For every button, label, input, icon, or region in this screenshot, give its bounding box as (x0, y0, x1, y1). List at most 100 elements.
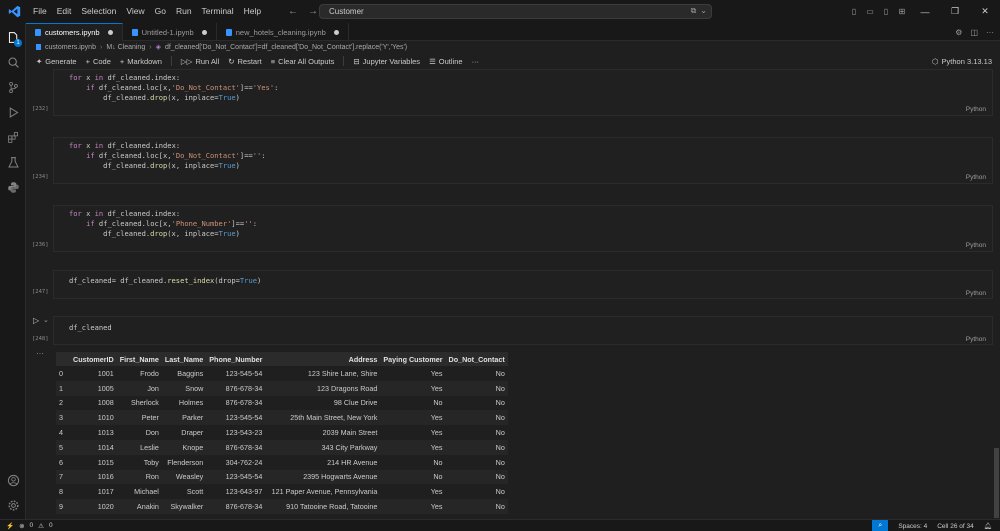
layout-panel-icon[interactable]: ▭ (862, 0, 878, 23)
outline-button[interactable]: ☰ Outline (429, 57, 463, 66)
code-cell[interactable]: for x in df_cleaned.index: if df_cleaned… (53, 69, 993, 116)
menu-terminal[interactable]: Terminal (197, 0, 239, 23)
extensions-icon[interactable] (0, 126, 26, 148)
restore-button[interactable]: ❐ (940, 0, 970, 23)
cell-language[interactable]: Python (966, 106, 986, 113)
split-editor-icon[interactable]: ◫ (970, 28, 978, 37)
table-cell: Draper (181, 428, 204, 438)
cell-language[interactable]: Python (966, 174, 986, 181)
menu-selection[interactable]: Selection (76, 0, 121, 23)
scrollbar-thumb[interactable] (994, 448, 999, 518)
copilot-icon[interactable]: ⧉ (691, 6, 697, 16)
back-arrow-icon[interactable]: ← (288, 6, 298, 17)
table-cell: Leslie (116, 439, 162, 455)
error-count[interactable]: 0 (30, 522, 34, 529)
title-bar: File Edit Selection View Go Run Terminal… (0, 0, 1000, 23)
tab-customers[interactable]: customers.ipynb (26, 23, 123, 41)
output-menu-icon[interactable]: ··· (36, 349, 44, 358)
layout-sidebar-left-icon[interactable]: ▯ (846, 0, 862, 23)
table-cell: No (445, 439, 508, 455)
add-markdown-button[interactable]: + Markdown (120, 57, 162, 66)
run-all-button[interactable]: ▷▷ Run All (181, 57, 219, 66)
cell-source[interactable]: df_cleaned= df_cleaned.reset_index(drop=… (54, 271, 992, 286)
menu-help[interactable]: Help (239, 0, 266, 23)
code-cell[interactable]: df_cleaned= df_cleaned.reset_index(drop=… (53, 270, 993, 299)
command-center-search[interactable]: Customer ⧉ ⌄ (319, 4, 712, 19)
cell-position-status[interactable]: Cell 26 of 34 (937, 523, 974, 530)
run-debug-icon[interactable] (0, 101, 26, 123)
table-cell: No (445, 499, 508, 514)
code-cell[interactable]: for x in df_cleaned.index: if df_cleaned… (53, 137, 993, 184)
table-cell: No (445, 380, 508, 396)
code-cell[interactable]: df_cleaned Python (53, 316, 993, 345)
table-cell: Frodo (140, 368, 159, 378)
clear-all-icon: ≡ (270, 56, 276, 66)
source-control-icon[interactable] (0, 76, 26, 98)
minimize-button[interactable]: — (910, 0, 940, 23)
menu-edit[interactable]: Edit (52, 0, 77, 23)
outline-label: Outline (438, 56, 463, 66)
search-icon[interactable] (0, 51, 26, 73)
breadcrumb-cell[interactable]: df_cleaned['Do_Not_Contact']=df_cleaned[… (165, 44, 407, 51)
table-cell: Knope (161, 439, 207, 455)
chevron-down-icon[interactable]: ⌄ (43, 316, 49, 324)
more-toolbar-button[interactable]: ··· (472, 57, 480, 66)
python-icon[interactable] (0, 176, 26, 198)
warning-icon[interactable]: ⚠ (38, 522, 44, 530)
table-cell: Michael (134, 487, 159, 497)
breadcrumb-section[interactable]: M↓ Cleaning (106, 44, 145, 51)
unsaved-dot-icon[interactable] (107, 30, 113, 35)
tab-new-hotels[interactable]: new_hotels_cleaning.ipynb (217, 23, 349, 41)
cell-language[interactable]: Python (966, 242, 986, 249)
add-code-button[interactable]: + Code (86, 57, 111, 66)
menu-run[interactable]: Run (171, 0, 197, 23)
breadcrumb-file[interactable]: customers.ipynb (45, 44, 96, 51)
settings-gear-icon[interactable] (0, 494, 26, 516)
explorer-icon[interactable]: 1 (0, 26, 26, 48)
warning-count[interactable]: 0 (49, 522, 53, 529)
zoom-search-icon[interactable]: ⌕ (872, 520, 889, 531)
cell-source[interactable]: df_cleaned (54, 317, 992, 333)
code-cell[interactable]: for x in df_cleaned.index: if df_cleaned… (53, 205, 993, 252)
testing-flask-icon[interactable] (0, 151, 26, 173)
variables-button[interactable]: ⊟ Jupyter Variables (353, 57, 420, 66)
table-cell: No (495, 368, 505, 378)
chevron-down-icon[interactable]: ⌄ (700, 6, 707, 16)
error-icon[interactable]: ⊗ (19, 522, 24, 530)
indentation-status[interactable]: Spaces: 4 (898, 523, 927, 530)
kernel-picker[interactable]: ⬡ Python 3.13.13 (932, 54, 992, 68)
table-cell: Yes (430, 428, 443, 438)
plus-icon: + (119, 56, 125, 66)
unsaved-dot-icon[interactable] (333, 29, 339, 35)
restart-button[interactable]: ↻ Restart (228, 57, 261, 66)
remote-icon[interactable]: ⚡ (6, 522, 14, 530)
table-cell: Holmes (178, 398, 204, 408)
vertical-scrollbar[interactable] (993, 78, 1000, 518)
tab-untitled[interactable]: Untitled-1.ipynb (123, 23, 217, 41)
cell-language[interactable]: Python (966, 336, 986, 343)
account-icon[interactable] (0, 469, 26, 491)
layout-sidebar-right-icon[interactable]: ▯ (878, 0, 894, 23)
column-header (56, 352, 70, 366)
unsaved-dot-icon[interactable] (201, 29, 207, 35)
notifications-bell-icon[interactable]: 🔔︎ (984, 522, 992, 530)
run-cell-icon[interactable]: ▷ (33, 316, 39, 325)
menu-view[interactable]: View (121, 0, 149, 23)
table-cell: 123 Shire Lane, Shire (307, 368, 378, 378)
cell-language[interactable]: Python (966, 290, 986, 297)
table-header-row: CustomerID First_Name Last_Name Phone_Nu… (56, 352, 508, 366)
table-row: 7 1016 Ron Weasley 123-545-54 2395 Hogwarts A… (56, 469, 508, 485)
menu-file[interactable]: File (28, 0, 52, 23)
forward-arrow-icon[interactable]: → (308, 6, 318, 17)
cell-source[interactable]: for x in df_cleaned.index: if df_cleaned… (54, 138, 992, 172)
cell-source[interactable]: for x in df_cleaned.index: if df_cleaned… (54, 206, 992, 240)
generate-button[interactable]: ✦ Generate (36, 57, 77, 66)
close-button[interactable]: ✕ (970, 0, 1000, 23)
menu-go[interactable]: Go (150, 0, 171, 23)
cell-source[interactable]: for x in df_cleaned.index: if df_cleaned… (54, 70, 992, 104)
settings-gear-icon[interactable]: ⚙ (955, 28, 962, 37)
clear-outputs-button[interactable]: ≡ Clear All Outputs (271, 57, 335, 66)
column-header: Do_Not_Contact (445, 352, 508, 366)
more-actions-icon[interactable]: ··· (986, 28, 994, 37)
customize-layout-icon[interactable]: ⊞ (894, 0, 910, 23)
